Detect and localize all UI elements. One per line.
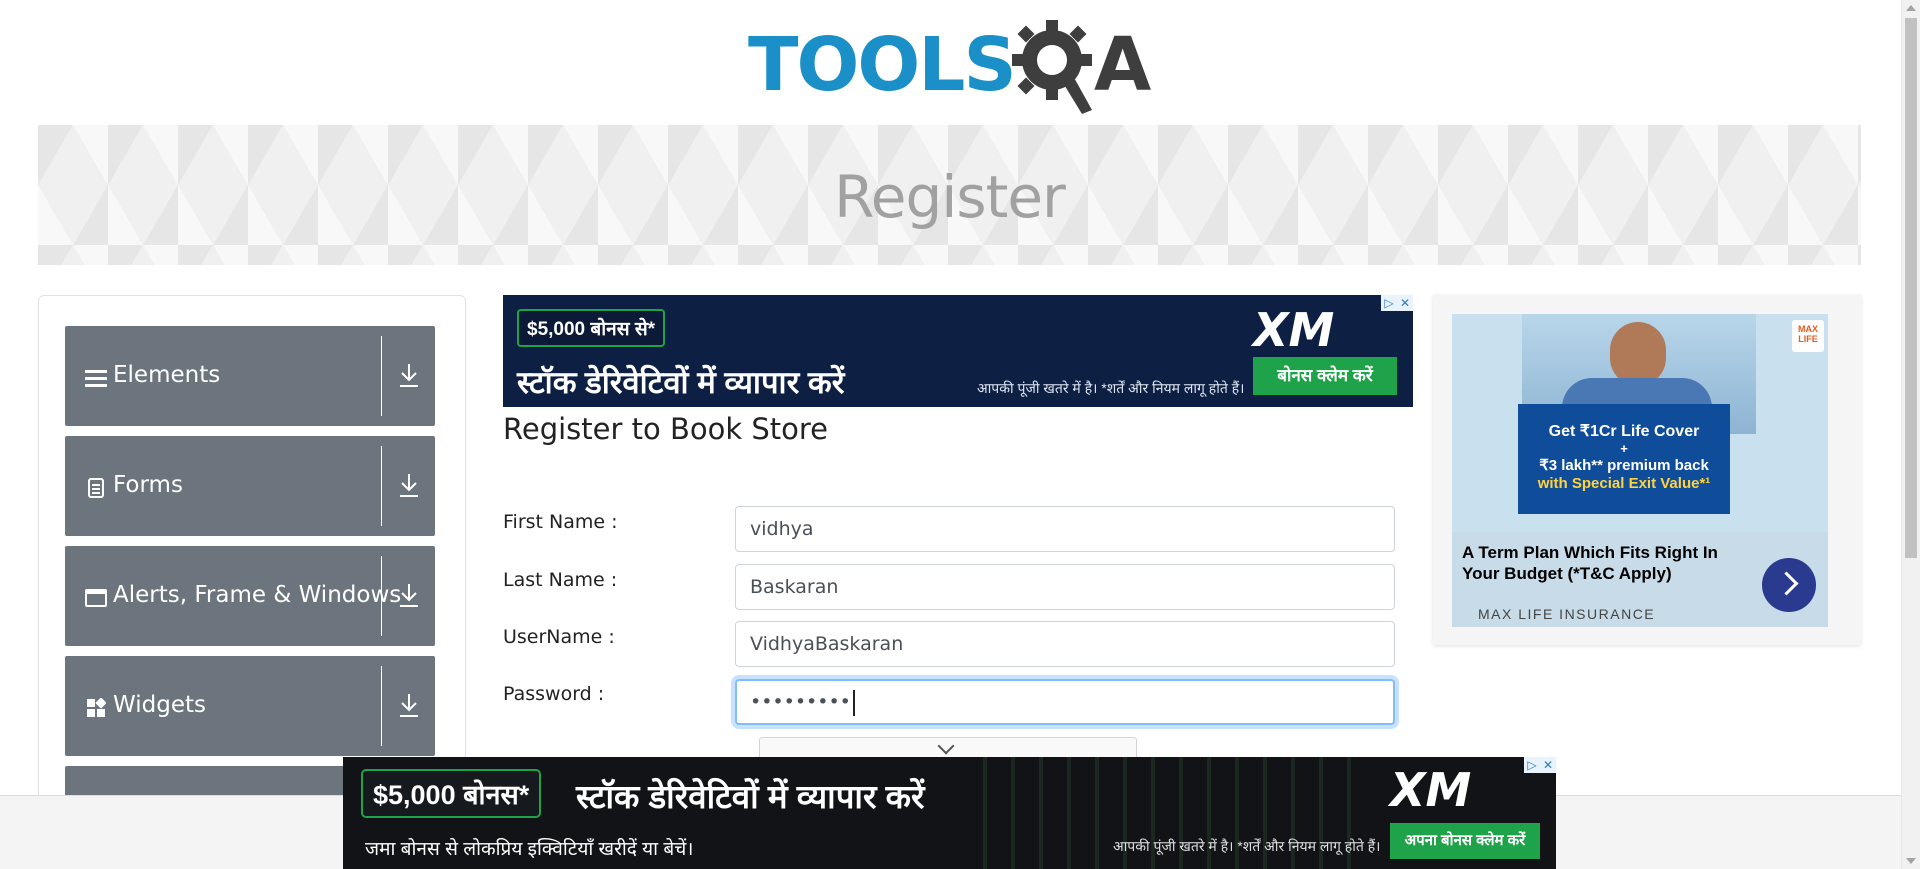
toolsqa-logo[interactable]: TOOLS A [748,18,1154,114]
page-title: Register [834,163,1066,231]
ad-footer: A Term Plan Which Fits Right In Your Bud… [1452,532,1828,627]
ad-cta-button[interactable]: बोनस क्लेम करें [1253,357,1397,395]
ad-risk-disclaimer: आपकी पूंजी खतरे में है। *शर्तें और नियम … [1113,838,1381,854]
ad-advertiser: MAX LIFE INSURANCE [1478,606,1656,622]
document-icon [85,478,107,498]
username-label: UserName : [503,626,615,648]
ad-offer-line4: with Special Exit Value*¹ [1537,474,1711,492]
ad-bonus: $5,000 बोनस* [361,769,542,818]
logo-text-a: A [1094,22,1152,108]
password-input[interactable]: ••••••••• [735,679,1395,725]
chevron-right-icon [1774,571,1799,596]
ad-mini-logo: MAX LIFE [1792,320,1824,352]
ad-subheadline: जमा बोनस से लोकप्रिय इक्विटियाँ खरीदें य… [365,839,694,860]
ad-brand: XM [1390,763,1472,817]
ad-choices[interactable]: ▷ ✕ [1381,295,1413,311]
password-value: ••••••••• [750,691,851,713]
last-name-label: Last Name : [503,569,618,591]
ad-choices[interactable]: ▷ ✕ [1524,757,1556,773]
first-name-input[interactable]: vidhya [735,506,1395,552]
password-label: Password : [503,683,605,705]
sidebar-group-label: Widgets [113,692,206,718]
scroll-up-arrow-icon[interactable] [1906,5,1916,11]
ad-brand: XM [1253,303,1335,357]
sidebar-group-label: Alerts, Frame & Windows [113,582,402,608]
ad-tagline: A Term Plan Which Fits Right In Your Bud… [1462,543,1718,584]
ad-info-icon[interactable]: ▷ [1381,295,1397,311]
last-name-input[interactable]: Baskaran [735,564,1395,610]
ad-risk-disclaimer: आपकी पूंजी खतरे में है। *शर्तें और नियम … [977,380,1245,396]
sidebar-group-widgets[interactable]: Widgets [65,656,435,756]
gear-q-icon [1012,20,1092,114]
username-input[interactable]: VidhyaBaskaran [735,621,1395,667]
close-icon[interactable]: ✕ [1397,295,1413,311]
window-icon [85,588,107,608]
chevron-down-icon [937,737,955,755]
page-banner: Register [38,125,1861,265]
ad-banner-bottom[interactable]: $5,000 बोनस* स्टॉक डेरिवेटिवों में व्याप… [343,757,1556,869]
ad-offer-line1: Get ₹1Cr Life Cover [1548,423,1700,440]
ad-offer-line3: ₹3 lakh** premium back [1539,456,1709,474]
form-title: Register to Book Store [503,412,828,446]
download-icon [400,364,418,387]
ad-next-button[interactable] [1762,558,1816,612]
widgets-icon [85,697,107,718]
sidebar-group-alerts[interactable]: Alerts, Frame & Windows [65,546,435,646]
download-icon [400,584,418,607]
divider [381,556,382,636]
scroll-down-arrow-icon[interactable] [1906,858,1916,864]
ad-offer-line2: + [1620,441,1628,457]
scrollbar-thumb[interactable] [1905,18,1917,558]
ad-info-icon[interactable]: ▷ [1524,757,1540,773]
ad-banner-right[interactable]: MAX LIFE Get ₹1Cr Life Cover + ₹3 lakh**… [1433,295,1861,645]
ad-bonus: $5,000 बोनस से* [517,309,666,347]
sidebar-group-label: Elements [113,362,221,388]
menu-icon [85,368,107,388]
text-caret [852,689,855,716]
ad-creative[interactable]: MAX LIFE Get ₹1Cr Life Cover + ₹3 lakh**… [1452,314,1828,627]
first-name-label: First Name : [503,511,618,533]
sidebar-group-forms[interactable]: Forms [65,436,435,536]
logo-text-tools: TOOLS [748,22,1017,108]
page: TOOLS A Register Elements Forms Alerts, … [0,0,1902,869]
divider [381,666,382,746]
divider [381,336,382,416]
ad-headline: स्टॉक डेरिवेटिवों में व्यापार करें [517,365,845,400]
ad-person-image [1610,322,1666,386]
ad-banner-top[interactable]: $5,000 बोनस से* स्टॉक डेरिवेटिवों में व्… [503,295,1413,407]
vertical-scrollbar[interactable] [1901,0,1920,869]
download-icon [400,474,418,497]
divider [381,446,382,526]
sidebar-group-elements[interactable]: Elements [65,326,435,426]
ad-headline: स्टॉक डेरिवेटिवों में व्यापार करें [576,778,925,815]
ad-cta-button[interactable]: अपना बोनस क्लेम करें [1390,823,1540,859]
download-icon [400,694,418,717]
sidebar-group-label: Forms [113,472,183,498]
ad-offer-box: Get ₹1Cr Life Cover + ₹3 lakh** premium … [1518,404,1730,514]
close-icon[interactable]: ✕ [1540,757,1556,773]
